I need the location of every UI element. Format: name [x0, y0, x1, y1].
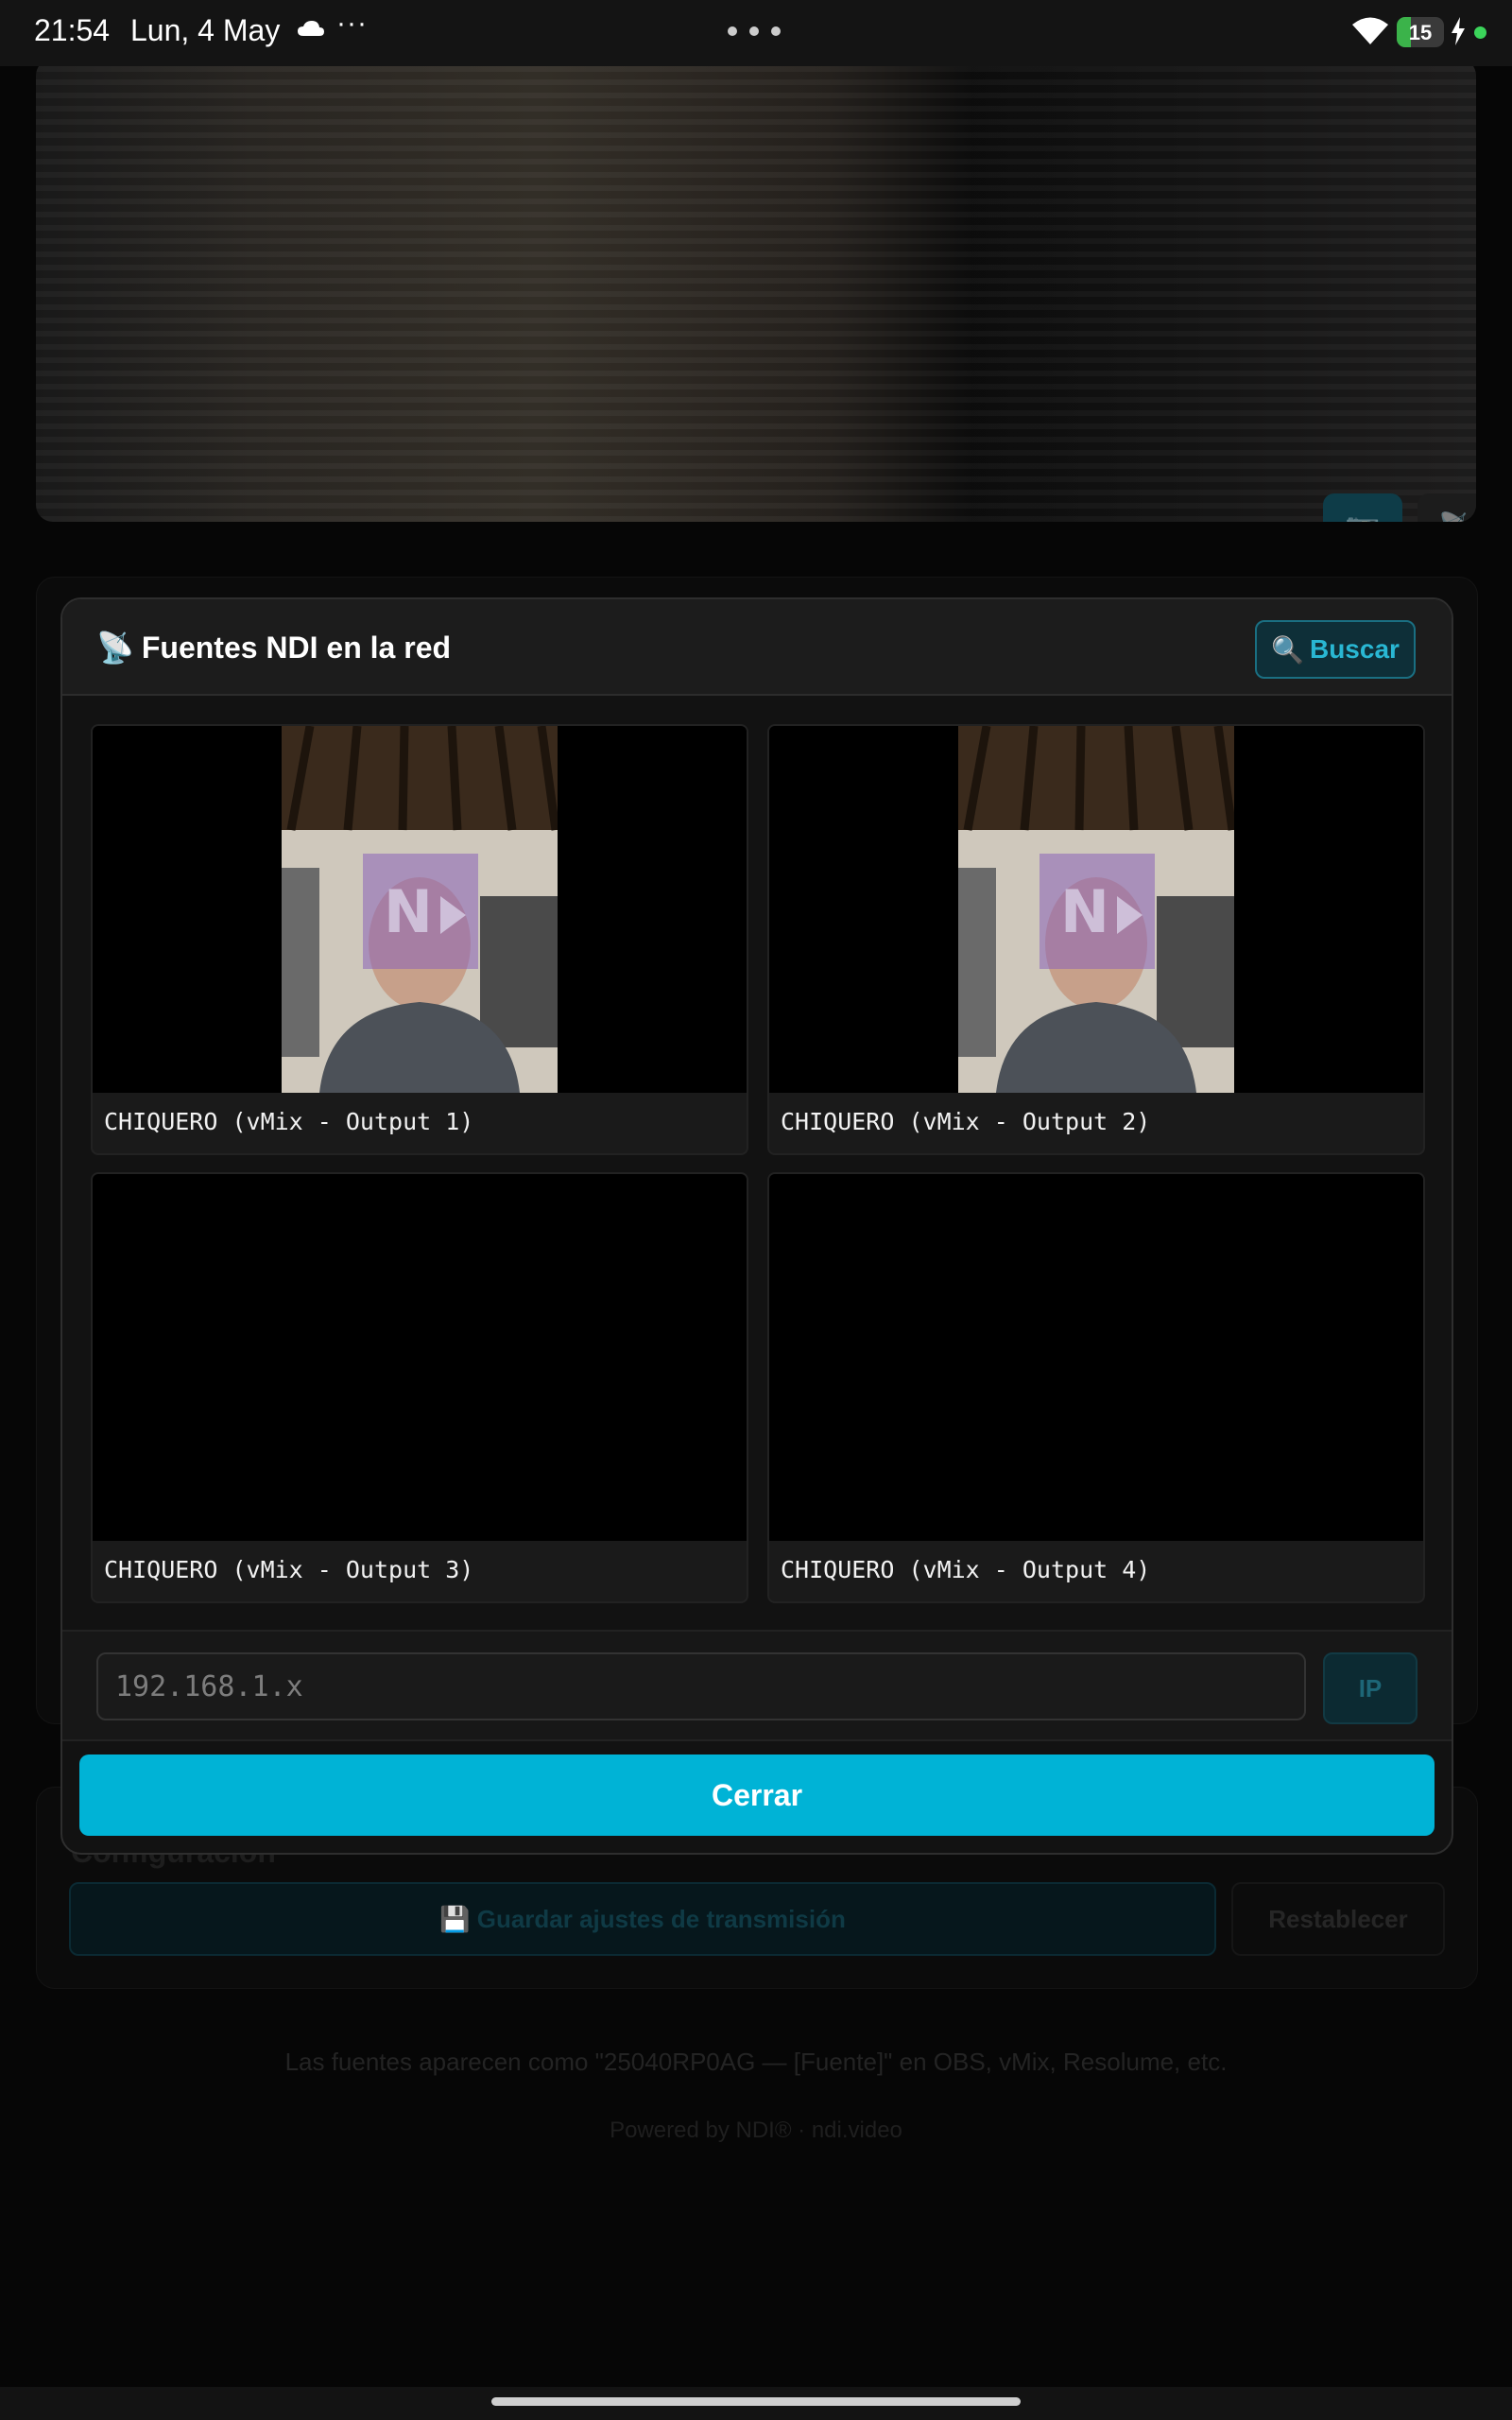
add-ip-button[interactable]: IP: [1323, 1652, 1418, 1724]
source-preview: [93, 1174, 747, 1541]
source-tile[interactable]: CHIQUERO (vMix - Output 4): [767, 1172, 1425, 1603]
battery-level: 15: [1408, 21, 1433, 44]
video-thumbnail: N: [282, 726, 558, 1093]
manual-ip-row: IP: [62, 1630, 1452, 1741]
clock: 21:54: [34, 13, 111, 47]
source-preview: N: [769, 726, 1423, 1093]
navigation-bar: [0, 2387, 1512, 2420]
camera-button[interactable]: 📷: [1323, 493, 1402, 522]
camera-preview: 📷 📡: [36, 59, 1476, 522]
charging-icon: [1452, 17, 1465, 45]
source-tile[interactable]: CHIQUERO (vMix - Output 3): [91, 1172, 748, 1603]
ndi-sources-dialog: 📡 Fuentes NDI en la red 🔍 Buscar N CHIQU…: [60, 597, 1453, 1855]
cloud-icon: [298, 21, 324, 36]
battery-indicator: 15: [1397, 17, 1444, 47]
magnifier-icon: 🔍: [1271, 634, 1304, 665]
satellite-antenna-icon: 📡: [96, 631, 134, 665]
dialog-header: 📡 Fuentes NDI en la red 🔍 Buscar: [62, 599, 1452, 696]
source-preview: N: [93, 726, 747, 1093]
source-name: CHIQUERO (vMix - Output 2): [781, 1108, 1151, 1135]
ndi-sources-button[interactable]: 📡: [1418, 493, 1476, 522]
status-bar: 21:54 Lun, 4 May ··· 15: [0, 0, 1512, 66]
footer-note: Las fuentes aparecen como "25040RP0AG — …: [284, 2048, 1228, 2076]
home-gesture-handle[interactable]: [491, 2397, 1021, 2406]
dialog-title: 📡 Fuentes NDI en la red: [96, 631, 452, 665]
source-name: CHIQUERO (vMix - Output 4): [781, 1556, 1151, 1583]
source-name: CHIQUERO (vMix - Output 3): [104, 1556, 474, 1583]
satellite-antenna-icon: 📡: [1418, 493, 1476, 522]
video-thumbnail: N: [958, 726, 1234, 1093]
privacy-indicator-dot: [1474, 26, 1486, 39]
close-button[interactable]: Cerrar: [79, 1754, 1435, 1836]
svg-text:N: N: [1060, 877, 1109, 946]
reset-button[interactable]: Restablecer: [1231, 1882, 1445, 1956]
source-tile[interactable]: N CHIQUERO (vMix - Output 2): [767, 724, 1425, 1155]
more-notifications-icon: ···: [336, 8, 368, 39]
save-settings-button[interactable]: 💾 Guardar ajustes de transmisión: [69, 1882, 1216, 1956]
ip-address-input[interactable]: [96, 1652, 1306, 1720]
window-menu-dots[interactable]: [728, 26, 781, 36]
search-button[interactable]: 🔍 Buscar: [1255, 620, 1416, 679]
source-preview: [769, 1174, 1423, 1541]
source-tile[interactable]: N CHIQUERO (vMix - Output 1): [91, 724, 748, 1155]
camera-icon: 📷: [1323, 493, 1402, 522]
svg-text:N: N: [384, 877, 433, 946]
search-button-label: Buscar: [1309, 634, 1400, 664]
footer-powered-by: Powered by NDI® · ndi.video: [610, 2118, 902, 2143]
date: Lun, 4 May: [130, 13, 281, 47]
wifi-icon: [1352, 17, 1388, 44]
source-name: CHIQUERO (vMix - Output 1): [104, 1108, 474, 1135]
